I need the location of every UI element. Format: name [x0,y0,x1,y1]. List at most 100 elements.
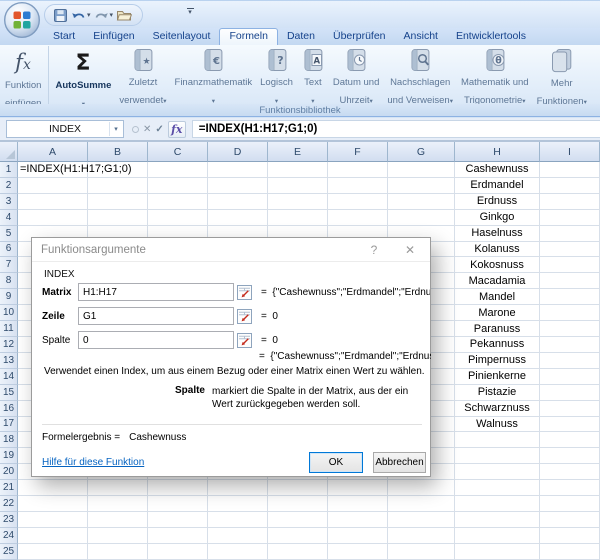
cell-i14[interactable] [540,369,600,385]
cell-h8[interactable]: Macadamia [455,273,540,289]
cancel-button[interactable]: Abbrechen [373,452,426,473]
cell-d21[interactable] [208,480,268,496]
cell-b4[interactable] [88,210,148,226]
column-header-d[interactable]: D [208,142,268,162]
row-header-20[interactable]: 20 [0,464,18,480]
tab-start[interactable]: Start [44,28,84,45]
cell-h24[interactable] [455,528,540,544]
datetime-book-button[interactable]: Datum undUhrzeit▾ [329,46,383,104]
row-header-9[interactable]: 9 [0,289,18,305]
cell-c1[interactable] [148,162,208,178]
cell-c4[interactable] [148,210,208,226]
cell-d4[interactable] [208,210,268,226]
cell-h17[interactable]: Walnuss [455,417,540,433]
cell-a22[interactable] [18,496,88,512]
column-header-c[interactable]: C [148,142,208,162]
cell-h16[interactable]: Schwarznuss [455,401,540,417]
row-header-2[interactable]: 2 [0,178,18,194]
tab-formeln[interactable]: Formeln [219,28,278,45]
cell-c24[interactable] [148,528,208,544]
column-header-g[interactable]: G [388,142,455,162]
cell-h1[interactable]: Cashewnuss [455,162,540,178]
cell-c2[interactable] [148,178,208,194]
cell-i19[interactable] [540,448,600,464]
cell-f23[interactable] [328,512,388,528]
row-header-19[interactable]: 19 [0,448,18,464]
cell-d24[interactable] [208,528,268,544]
cell-h5[interactable]: Haselnuss [455,226,540,242]
cell-i16[interactable] [540,401,600,417]
cell-g1[interactable] [388,162,455,178]
more-functions-button[interactable]: MehrFunktionen▾ [533,46,591,104]
cell-h10[interactable]: Marone [455,305,540,321]
cell-g22[interactable] [388,496,455,512]
ok-button[interactable]: OK [309,452,363,473]
row-header-10[interactable]: 10 [0,305,18,321]
cell-b24[interactable] [88,528,148,544]
finance-book-button[interactable]: €Finanzmathematik▾ [171,46,257,104]
range-selector-icon[interactable] [237,285,252,300]
column-header-h[interactable]: H [455,142,540,162]
cell-i3[interactable] [540,194,600,210]
cell-a2[interactable] [18,178,88,194]
cell-i9[interactable] [540,289,600,305]
row-header-24[interactable]: 24 [0,528,18,544]
cell-c21[interactable] [148,480,208,496]
cell-e4[interactable] [268,210,328,226]
cell-a21[interactable] [18,480,88,496]
cell-i21[interactable] [540,480,600,496]
cell-h11[interactable]: Paranuss [455,321,540,337]
math-book-button[interactable]: θMathematik undTrigonometrie▾ [457,46,533,104]
tab-entwicklertools[interactable]: Entwicklertools [447,28,535,45]
cell-f1[interactable] [328,162,388,178]
dialog-title-bar[interactable]: Funktionsargumente ? ✕ [32,238,430,262]
help-link[interactable]: Hilfe für diese Funktion [42,457,144,468]
cell-i17[interactable] [540,417,600,433]
cell-i18[interactable] [540,432,600,448]
cell-i6[interactable] [540,242,600,258]
tab-überprüfen[interactable]: Überprüfen [324,28,395,45]
row-header-7[interactable]: 7 [0,257,18,273]
cell-i10[interactable] [540,305,600,321]
cell-h13[interactable]: Pimpernuss [455,353,540,369]
dialog-help-icon[interactable]: ? [363,243,385,257]
cell-h22[interactable] [455,496,540,512]
argument-input-spalte[interactable] [78,331,234,349]
cell-a24[interactable] [18,528,88,544]
row-header-11[interactable]: 11 [0,321,18,337]
tab-daten[interactable]: Daten [278,28,324,45]
cell-d1[interactable] [208,162,268,178]
cell-b23[interactable] [88,512,148,528]
cell-g4[interactable] [388,210,455,226]
cell-c3[interactable] [148,194,208,210]
enter-entry-icon[interactable]: ✓ [155,124,163,135]
cancel-entry-icon[interactable]: ✕ [143,124,151,135]
cell-f4[interactable] [328,210,388,226]
cell-a25[interactable] [18,544,88,560]
cell-i2[interactable] [540,178,600,194]
cell-h20[interactable] [455,464,540,480]
cell-e22[interactable] [268,496,328,512]
cell-i1[interactable] [540,162,600,178]
cell-h15[interactable]: Pistazie [455,385,540,401]
cell-h12[interactable]: Pekannuss [455,337,540,353]
tab-einfügen[interactable]: Einfügen [84,28,143,45]
cell-h6[interactable]: Kolanuss [455,242,540,258]
cell-f3[interactable] [328,194,388,210]
cell-g24[interactable] [388,528,455,544]
autosum-button[interactable]: ΣAutoSumme▾ [51,46,115,104]
cell-h18[interactable] [455,432,540,448]
cell-b2[interactable] [88,178,148,194]
cell-b25[interactable] [88,544,148,560]
row-header-17[interactable]: 17 [0,417,18,433]
name-box[interactable]: INDEX ▾ [6,120,124,138]
cell-b3[interactable] [88,194,148,210]
cell-d3[interactable] [208,194,268,210]
cell-h21[interactable] [455,480,540,496]
column-header-e[interactable]: E [268,142,328,162]
dialog-close-icon[interactable]: ✕ [399,243,421,257]
row-header-23[interactable]: 23 [0,512,18,528]
redo-dropdown-icon[interactable]: ▾ [110,11,114,19]
qat-customize-icon[interactable]: ▾ [184,8,196,16]
range-selector-icon[interactable] [237,333,252,348]
